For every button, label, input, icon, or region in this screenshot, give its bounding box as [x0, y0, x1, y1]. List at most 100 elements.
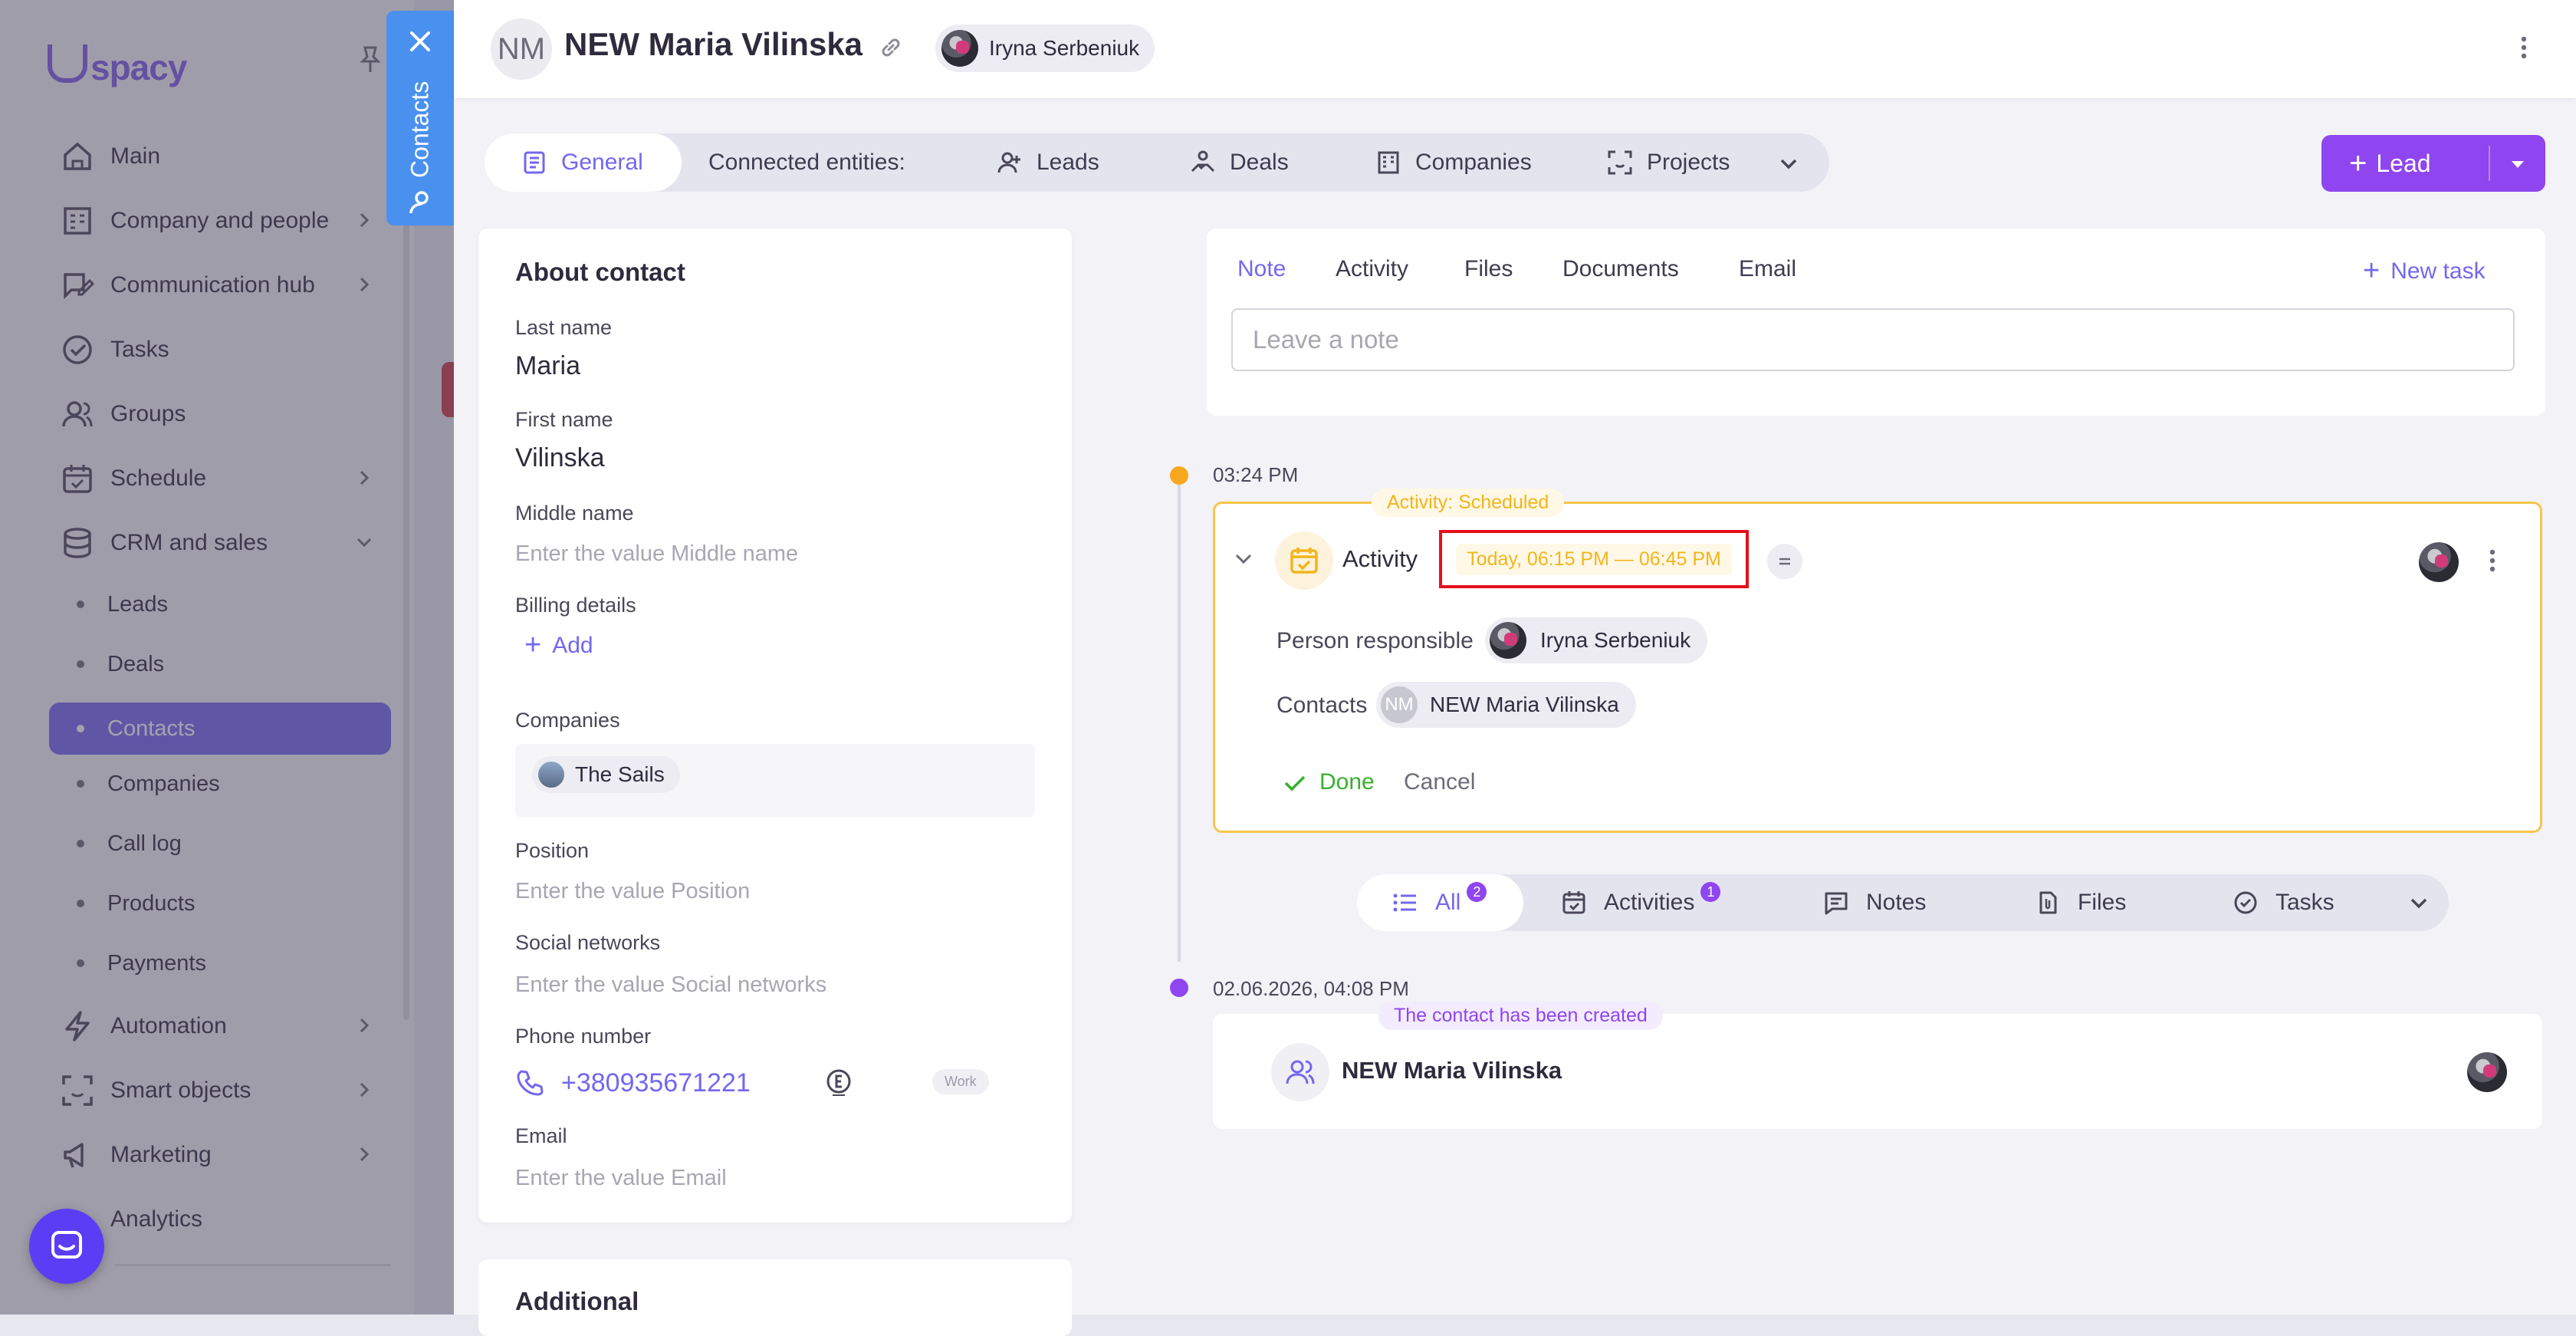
caret-down-icon[interactable] [2509, 155, 2527, 173]
last-name-label: Last name [515, 316, 613, 339]
cancel-button[interactable]: Cancel [1404, 769, 1475, 795]
status-badge: Activity: Scheduled [1372, 489, 1565, 517]
page-title: NEW Maria Vilinska [564, 26, 863, 62]
companies-label: Companies [515, 709, 620, 732]
link-icon[interactable] [877, 34, 905, 61]
created-contact-name[interactable]: NEW Maria Vilinska [1342, 1057, 1562, 1084]
connected-entities-label: Connected entities: [708, 150, 905, 175]
middle-name-input[interactable]: Enter the value Middle name [515, 541, 798, 567]
section-title: About contact [515, 258, 685, 286]
middle-name-label: Middle name [515, 502, 634, 525]
chevron-down-icon[interactable] [1777, 152, 1800, 175]
list-icon [1393, 893, 1416, 912]
contact-chip[interactable]: NM NEW Maria Vilinska [1376, 682, 1636, 728]
e-phone-icon[interactable] [823, 1068, 854, 1098]
timeline-dot-created [1170, 979, 1188, 997]
tab-projects[interactable]: Projects [1607, 133, 1730, 192]
filter-notes[interactable]: Notes [1823, 874, 1926, 931]
activity-card: Activity: Scheduled Activity Today, 06:1… [1213, 489, 2542, 833]
note-input[interactable] [1231, 308, 2515, 371]
tab-files[interactable]: Files [1464, 256, 1513, 282]
plus-icon: + [2363, 255, 2380, 287]
tab-companies[interactable]: Companies [1375, 133, 1532, 192]
contacts-label: Contacts [1276, 693, 1368, 718]
about-contact-card: About contact Last name Maria First name… [478, 229, 1072, 1222]
owner-chip[interactable]: Iryna Serbeniuk [935, 25, 1155, 72]
contacts-drawer-tab[interactable]: Contacts [386, 11, 454, 225]
contact-avatar: NM [491, 18, 552, 80]
add-billing-button[interactable]: + Add [524, 629, 593, 662]
scan-face-icon [1608, 150, 1632, 175]
timeline-dot-scheduled [1170, 466, 1188, 485]
user-plus-icon [997, 152, 1020, 173]
plus-icon: + [524, 629, 542, 661]
tab-activity[interactable]: Activity [1336, 256, 1408, 282]
count-badge: 2 [1467, 882, 1487, 902]
paperclip-file-icon [2039, 891, 2057, 914]
contact-search-icon [409, 191, 429, 214]
check-icon [1284, 775, 1306, 791]
filter-activities[interactable]: Activities 1 [1561, 874, 1721, 931]
filter-all[interactable]: All 2 [1357, 874, 1524, 931]
last-name-value[interactable]: Maria [515, 351, 580, 381]
tab-email[interactable]: Email [1739, 256, 1796, 282]
close-icon[interactable] [406, 28, 434, 55]
calendar-icon [1562, 891, 1585, 914]
phone-icon [517, 1070, 544, 1096]
additional-card: Additional [478, 1259, 1072, 1336]
social-networks-input[interactable]: Enter the value Social networks [515, 972, 826, 998]
add-lead-button[interactable]: + Lead [2321, 135, 2545, 192]
tab-general[interactable]: General [485, 133, 682, 192]
page-header: NM NEW Maria Vilinska Iryna Serbeniuk [454, 0, 2576, 98]
contact-detail-panel: NM NEW Maria Vilinska Iryna Serbeniuk Ge… [454, 0, 2576, 1336]
document-icon [524, 151, 545, 174]
entity-tabs: General Connected entities: Leads Deals … [485, 133, 1829, 192]
social-networks-label: Social networks [515, 931, 661, 954]
done-button[interactable]: Done [1283, 769, 1375, 795]
activity-options-button[interactable] [1767, 544, 1802, 579]
new-task-button[interactable]: + New task [2363, 255, 2486, 288]
equals-icon [1779, 558, 1790, 565]
companies-field[interactable]: The Sails [515, 744, 1035, 818]
tab-documents[interactable]: Documents [1562, 256, 1679, 282]
first-name-value[interactable]: Vilinska [515, 443, 605, 473]
creator-avatar [2467, 1052, 2507, 1092]
phone-type-badge: Work [932, 1069, 989, 1094]
timeline-filter-tabs: All 2 Activities 1 Notes Files Tasks [1357, 874, 2449, 931]
calendar-check-icon [1275, 531, 1333, 590]
activity-author-avatar [2419, 542, 2459, 582]
person-responsible-chip[interactable]: Iryna Serbeniuk [1485, 617, 1708, 663]
filter-tasks[interactable]: Tasks [2233, 874, 2334, 931]
activity-schedule-time[interactable]: Today, 06:15 PM — 06:45 PM [1456, 543, 1732, 575]
note-icon [1825, 892, 1848, 915]
contact-avatar: NM [1381, 686, 1418, 723]
section-title: Additional [515, 1287, 639, 1315]
status-badge: The contact has been created [1378, 1002, 1663, 1030]
activity-time-highlight: Today, 06:15 PM — 06:45 PM [1439, 530, 1749, 588]
email-input[interactable]: Enter the value Email [515, 1166, 727, 1191]
building-icon [1378, 151, 1399, 174]
more-vertical-icon[interactable] [2477, 545, 2508, 576]
contact-created-card: The contact has been created NEW Maria V… [1213, 1002, 2542, 1129]
tab-note[interactable]: Note [1237, 256, 1286, 282]
tab-deals[interactable]: Deals [1190, 133, 1289, 192]
tab-leads[interactable]: Leads [997, 133, 1099, 192]
company-chip[interactable]: The Sails [532, 756, 680, 793]
phone-number-link[interactable]: +380935671221 [561, 1068, 751, 1098]
handshake-icon [1191, 150, 1215, 173]
count-badge: 1 [1700, 882, 1721, 902]
phone-row: +380935671221 Work [515, 1063, 1035, 1103]
chat-widget-button[interactable] [29, 1209, 104, 1284]
filter-files[interactable]: Files [2035, 874, 2126, 931]
plus-icon: + [2349, 146, 2367, 180]
chevron-down-icon[interactable] [2407, 891, 2430, 914]
position-label: Position [515, 839, 590, 862]
timeline-line [1178, 485, 1181, 962]
position-input[interactable]: Enter the value Position [515, 879, 750, 904]
more-vertical-icon[interactable] [2509, 32, 2539, 63]
person-responsible-label: Person responsible [1276, 628, 1474, 653]
chat-icon [51, 1231, 82, 1259]
note-composer: Note Activity Files Documents Email + New… [1207, 229, 2545, 416]
chevron-down-icon[interactable] [1232, 547, 1255, 570]
first-name-label: First name [515, 408, 613, 431]
